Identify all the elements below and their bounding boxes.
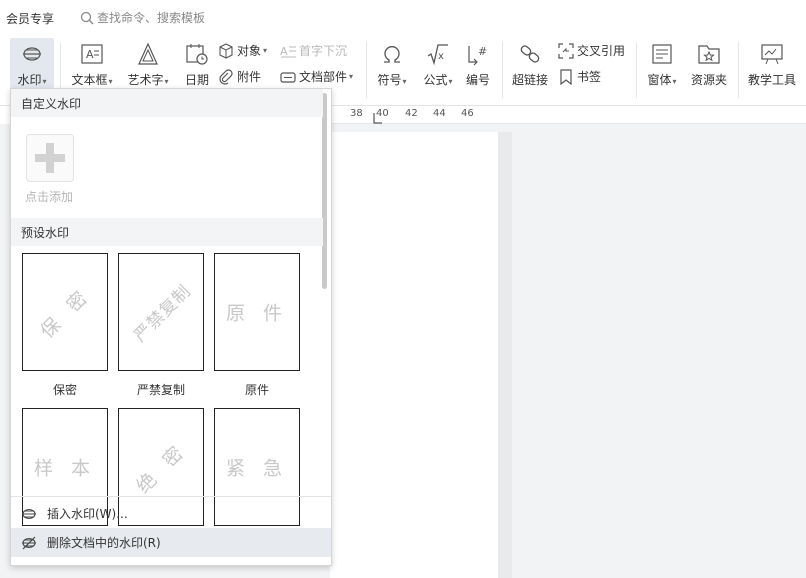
- watermark-preview-text: 样 本: [33, 457, 97, 480]
- watermark-dropdown: 自定义水印 点击添加 预设水印 保 密 严禁复制 原 件 保密 严禁复制 原件 …: [10, 88, 332, 566]
- window-button[interactable]: 窗体▾: [642, 40, 682, 88]
- resources-label: 资源夹: [690, 73, 727, 87]
- object-button[interactable]: 对象 ▾: [218, 42, 267, 59]
- sqrt-icon: x: [427, 44, 448, 66]
- remove-watermark-menu-item[interactable]: 删除文档中的水印(R): [11, 528, 331, 557]
- attachment-label: 附件: [237, 70, 262, 84]
- divider: [738, 42, 739, 98]
- watermark-preview-text: 严禁复制: [130, 281, 196, 347]
- textbox-icon: A: [81, 44, 103, 64]
- date-button[interactable]: 日期: [181, 40, 213, 88]
- remove-watermark-icon: [22, 536, 36, 549]
- hyperlink-label: 超链接: [511, 73, 548, 87]
- ruler-tick: 38: [350, 108, 363, 119]
- dropcap-icon: A: [280, 45, 296, 58]
- attachment-button[interactable]: 附件: [218, 68, 261, 85]
- vip-tab[interactable]: 会员专享: [6, 10, 54, 27]
- symbol-label: 符号: [377, 73, 402, 87]
- divider: [366, 42, 367, 98]
- preset-watermark-card[interactable]: 原 件: [214, 253, 300, 371]
- resources-button[interactable]: 资源夹: [688, 40, 730, 88]
- bookmark-label: 书签: [577, 70, 602, 84]
- watermark-icon: [23, 47, 41, 61]
- menu-divider: [11, 496, 331, 497]
- scrollbar-thumb[interactable]: [322, 93, 327, 289]
- watermark-icon: [22, 508, 36, 519]
- star-folder-icon: [698, 45, 720, 64]
- search-icon: [80, 11, 94, 24]
- formula-button[interactable]: x 公式▾: [418, 40, 458, 88]
- window-label: 窗体: [647, 73, 672, 87]
- numbering-label: 编号: [465, 73, 490, 87]
- svg-text:x: x: [438, 51, 444, 62]
- teaching-label: 教学工具: [747, 73, 796, 87]
- docparts-icon: [280, 71, 296, 83]
- add-custom-watermark-button[interactable]: [26, 134, 74, 182]
- watermark-button[interactable]: 水印▾: [12, 40, 52, 88]
- watermark-preview-text: 原 件: [225, 302, 289, 325]
- plus-icon: [35, 143, 65, 173]
- date-label: 日期: [184, 73, 209, 87]
- textbox-label: 文本框: [71, 73, 108, 87]
- crossref-icon: [558, 42, 574, 59]
- command-search[interactable]: 查找命令、搜索模板: [80, 9, 205, 26]
- textbox-button[interactable]: A 文本框▾: [68, 40, 116, 88]
- preset-watermark-header: 预设水印: [11, 218, 323, 246]
- crossref-button[interactable]: 交叉引用: [558, 42, 625, 59]
- ruler-tick: 42: [405, 108, 418, 119]
- insert-watermark-label: 插入水印(W)...: [47, 507, 128, 521]
- wordart-label: 艺术字: [127, 73, 164, 87]
- preset-watermark-card[interactable]: 保 密: [22, 253, 108, 371]
- omega-icon: [384, 46, 400, 63]
- ruler-tick: 44: [433, 108, 446, 119]
- numbering-button[interactable]: # 编号: [462, 40, 494, 88]
- teaching-tools-button[interactable]: 教学工具: [746, 40, 798, 88]
- watermark-preview-text: 紧 急: [225, 457, 289, 480]
- insert-watermark-menu-item[interactable]: 插入水印(W)...: [11, 499, 331, 528]
- svg-text:#: #: [478, 45, 487, 58]
- calendar-clock-icon: [186, 44, 208, 65]
- form-window-icon: [652, 44, 672, 64]
- docparts-label: 文档部件: [299, 70, 348, 84]
- paperclip-icon: [219, 68, 233, 85]
- ruler-tick: 46: [461, 108, 474, 119]
- search-placeholder: 查找命令、搜索模板: [97, 11, 206, 25]
- horizontal-ruler[interactable]: 38 40 42 44 46: [330, 106, 806, 124]
- symbol-button[interactable]: 符号▾: [374, 40, 410, 88]
- preset-caption: 保密: [52, 383, 77, 397]
- add-watermark-label: 点击添加: [25, 190, 74, 204]
- object-icon: [219, 42, 233, 59]
- docparts-button[interactable]: 文档部件 ▾: [280, 68, 353, 85]
- document-page[interactable]: [330, 132, 498, 578]
- preset-watermark-card[interactable]: 严禁复制: [118, 253, 204, 371]
- formula-label: 公式: [423, 73, 448, 87]
- object-label: 对象: [237, 44, 262, 58]
- hyperlink-button[interactable]: 超链接: [510, 40, 550, 88]
- wordart-icon: [138, 42, 158, 65]
- blackboard-icon: [761, 44, 783, 65]
- numbering-icon: #: [468, 45, 487, 66]
- watermark-preview-text: 保 密: [36, 283, 96, 343]
- crossref-label: 交叉引用: [577, 44, 626, 58]
- page-gutter: [498, 132, 512, 578]
- remove-watermark-label: 删除文档中的水印(R): [47, 536, 161, 550]
- divider: [636, 42, 637, 98]
- link-icon: [520, 45, 540, 63]
- preset-caption: 原件: [244, 383, 269, 397]
- dropcap-label: 首字下沉: [299, 44, 348, 58]
- preset-caption: 严禁复制: [136, 383, 185, 397]
- bookmark-button[interactable]: 书签: [558, 68, 601, 85]
- custom-watermark-header: 自定义水印: [11, 89, 323, 117]
- watermark-label: 水印: [17, 73, 42, 87]
- wordart-button[interactable]: 艺术字▾: [124, 40, 172, 88]
- svg-text:A: A: [86, 48, 94, 61]
- indent-marker-icon[interactable]: [373, 112, 383, 124]
- dropcap-button[interactable]: A 首字下沉: [280, 42, 347, 59]
- top-bar: 会员专享 查找命令、搜索模板: [0, 0, 806, 34]
- divider: [502, 42, 503, 98]
- watermark-preview-text: 绝 密: [132, 438, 192, 498]
- bookmark-icon: [560, 68, 572, 85]
- svg-text:A: A: [280, 45, 288, 58]
